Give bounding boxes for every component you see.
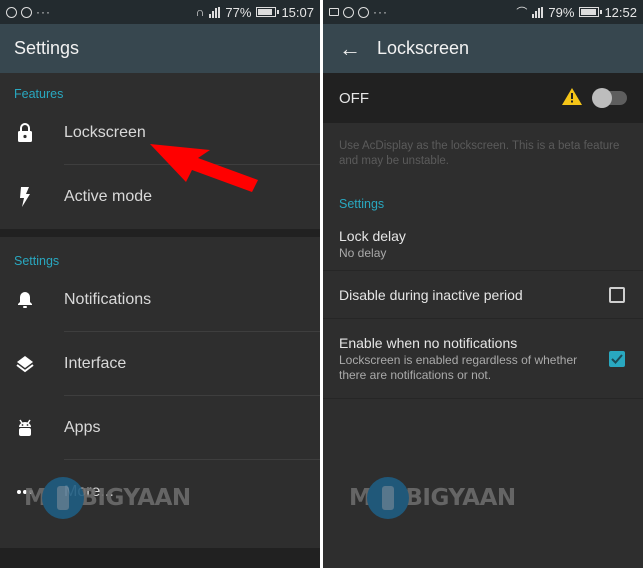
settings-screen: ··· ∩ 77% 15:07 Settings Features Locksc…: [0, 0, 320, 568]
watermark-text-end: BIGYAAN: [405, 485, 516, 511]
whatsapp-icon: [21, 6, 32, 18]
master-switch-label: OFF: [339, 89, 369, 107]
app-bar: Settings: [0, 24, 320, 73]
menu-item-label: Interface: [64, 355, 127, 372]
feature-description: Use AcDisplay as the lockscreen. This is…: [339, 140, 620, 167]
bell-icon: [0, 291, 64, 309]
lockscreen-toggle[interactable]: [592, 88, 627, 108]
status-bar: ··· ∩ 77% 15:07: [0, 0, 320, 24]
menu-item-interface[interactable]: Interface: [0, 332, 320, 396]
menu-item-label: Lockscreen: [64, 124, 146, 141]
bottom-bar: [0, 548, 320, 568]
menu-item-notifications[interactable]: Notifications: [0, 268, 320, 332]
menu-item-label: Apps: [64, 419, 101, 436]
app-bar: ← Lockscreen: [323, 24, 643, 73]
page-title: Lockscreen: [377, 38, 470, 58]
pref-summary: Lockscreen is enabled regardless of whet…: [339, 353, 578, 382]
pref-title: Enable when no notifications: [339, 335, 518, 351]
headphones-icon: ∩: [195, 5, 205, 19]
watermark-logo: M BIGYAAN: [349, 477, 516, 519]
section-header-features: Features: [14, 87, 64, 101]
watermark-text-end: BIGYAAN: [80, 485, 191, 511]
signal-icon: [209, 6, 221, 18]
divider: [323, 398, 643, 399]
watermark-phone-icon: [42, 477, 85, 519]
lockscreen-settings-screen: ··· ⌒ 79% 12:52 ← Lockscreen OFF Use AcD…: [323, 0, 643, 568]
more-notifications-icon: ···: [373, 5, 388, 19]
pref-summary: No delay: [339, 246, 387, 260]
menu-item-apps[interactable]: Apps: [0, 396, 320, 460]
watermark-phone-icon: [367, 477, 410, 519]
clock: 12:52: [604, 4, 637, 20]
pref-enable-no-notifications[interactable]: Enable when no notifications Lockscreen …: [323, 319, 643, 399]
android-icon: [0, 418, 64, 438]
layers-icon: [0, 355, 64, 373]
sync-icon: [6, 6, 17, 18]
menu-item-label: Notifications: [64, 291, 152, 308]
enable-no-notifications-checkbox[interactable]: [609, 351, 625, 367]
red-arrow-annotation: [150, 144, 258, 192]
page-title: Settings: [14, 38, 80, 58]
disable-inactive-checkbox[interactable]: [609, 287, 625, 303]
flash-icon: [0, 187, 64, 207]
pref-title: Lock delay: [339, 228, 406, 244]
arrow-back-icon[interactable]: ←: [323, 36, 375, 62]
more-notifications-icon: ···: [36, 5, 51, 19]
pref-disable-inactive[interactable]: Disable during inactive period: [323, 271, 643, 319]
menu-item-label: Active mode: [64, 188, 153, 205]
section-separator: [0, 229, 320, 237]
lock-icon: [0, 123, 64, 143]
battery-percent: 77%: [225, 4, 252, 20]
pref-lock-delay[interactable]: Lock delay No delay: [323, 218, 643, 271]
master-switch-bar[interactable]: OFF: [323, 73, 643, 123]
section-header-settings: Settings: [339, 197, 385, 211]
signal-icon: [532, 6, 544, 18]
sync-icon: [343, 6, 354, 18]
pref-title: Disable during inactive period: [339, 287, 523, 303]
section-header-settings: Settings: [14, 254, 60, 268]
whatsapp-icon: [358, 6, 369, 18]
clock: 15:07: [281, 4, 314, 20]
gallery-icon: [329, 8, 339, 16]
battery-icon: [579, 7, 603, 17]
battery-icon: [256, 7, 280, 17]
battery-percent: 79%: [548, 4, 575, 20]
toggle-knob: [592, 88, 612, 108]
warning-icon[interactable]: [562, 87, 582, 109]
check-icon: [611, 354, 623, 364]
watermark-logo: M BIGYAAN: [24, 477, 191, 519]
status-bar: ··· ⌒ 79% 12:52: [323, 0, 643, 24]
wifi-icon: ⌒: [516, 7, 528, 19]
